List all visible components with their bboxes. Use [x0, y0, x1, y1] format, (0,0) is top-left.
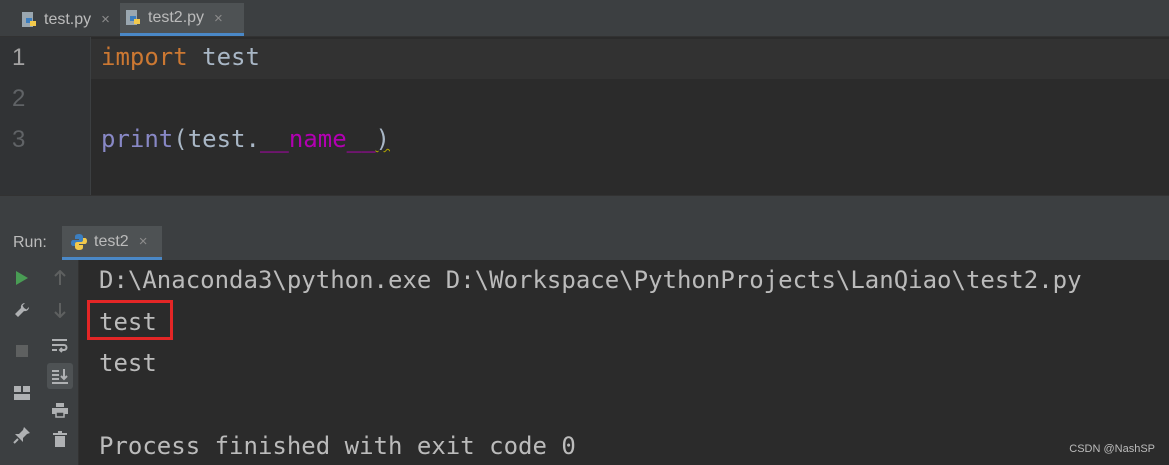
play-icon: [16, 271, 28, 285]
tab-test2-py[interactable]: test2.py ×: [120, 3, 244, 36]
console-command-line: D:\Anaconda3\python.exe D:\Workspace\Pyt…: [99, 266, 1082, 294]
line-number: 3: [12, 126, 26, 153]
tab-test-py[interactable]: test.py ×: [16, 3, 116, 36]
run-tab-test2[interactable]: test2 ×: [62, 226, 162, 260]
console-exit-message: Process finished with exit code 0: [99, 432, 576, 460]
tab-label: test.py: [44, 10, 92, 28]
run-tab-label: test2: [94, 232, 129, 250]
console-actions-toolbar: [44, 260, 79, 465]
close-icon[interactable]: ×: [101, 11, 110, 28]
builtin-print: print: [101, 125, 174, 153]
pin-icon: [13, 427, 30, 444]
layout-icon: [14, 386, 30, 400]
scroll-down-button[interactable]: [47, 297, 73, 323]
stop-button[interactable]: [9, 338, 35, 364]
rerun-button[interactable]: [9, 265, 35, 291]
pin-button[interactable]: [9, 422, 35, 448]
tab-label: test2.py: [148, 9, 205, 26]
code-text: (test.: [173, 125, 260, 153]
scroll-to-end-button[interactable]: [47, 363, 73, 389]
line-number: 2: [12, 85, 26, 112]
print-icon: [52, 403, 68, 418]
editor-tab-bar: test.py × test2.py ×: [0, 0, 1169, 37]
run-label: Run:: [13, 234, 47, 251]
wrench-icon: [15, 302, 30, 317]
print-button[interactable]: [47, 397, 73, 423]
module-name: test: [187, 43, 260, 71]
arrow-up-icon: [54, 270, 66, 285]
layout-button[interactable]: [9, 380, 35, 406]
magic-attribute: __name__: [259, 125, 376, 153]
soft-wrap-button[interactable]: [47, 332, 73, 358]
edit-config-button[interactable]: [9, 297, 35, 323]
python-file-icon: [22, 11, 36, 27]
console-output[interactable]: D:\Anaconda3\python.exe D:\Workspace\Pyt…: [79, 260, 1169, 465]
panel-splitter[interactable]: [0, 195, 1169, 226]
run-toolbar: Run: test2 ×: [0, 226, 1169, 261]
highlight-annotation-box: [87, 300, 173, 340]
code-line-1: import test: [101, 43, 260, 71]
watermark: CSDN @NashSP: [1069, 443, 1155, 455]
python-file-icon: [126, 10, 140, 25]
run-actions-toolbar: [0, 260, 45, 465]
scroll-up-button[interactable]: [47, 265, 73, 291]
arrow-down-icon: [54, 303, 66, 318]
stop-icon: [16, 345, 28, 357]
trash-icon: [53, 431, 67, 447]
code-editor[interactable]: 1 2 3 import test print(test.__name__): [0, 37, 1169, 195]
close-icon[interactable]: ×: [139, 233, 148, 250]
code-line-3: print(test.__name__): [101, 125, 390, 153]
soft-wrap-icon: [52, 339, 68, 353]
line-number-gutter: 1 2 3: [0, 37, 91, 195]
clear-all-button[interactable]: [47, 426, 73, 452]
console-output-line: test: [99, 349, 157, 377]
closing-paren: ): [375, 125, 390, 153]
keyword-import: import: [101, 43, 188, 71]
close-icon[interactable]: ×: [214, 10, 223, 27]
python-logo-icon: [71, 233, 87, 250]
scroll-to-end-icon: [52, 369, 68, 384]
line-number: 1: [12, 44, 26, 71]
